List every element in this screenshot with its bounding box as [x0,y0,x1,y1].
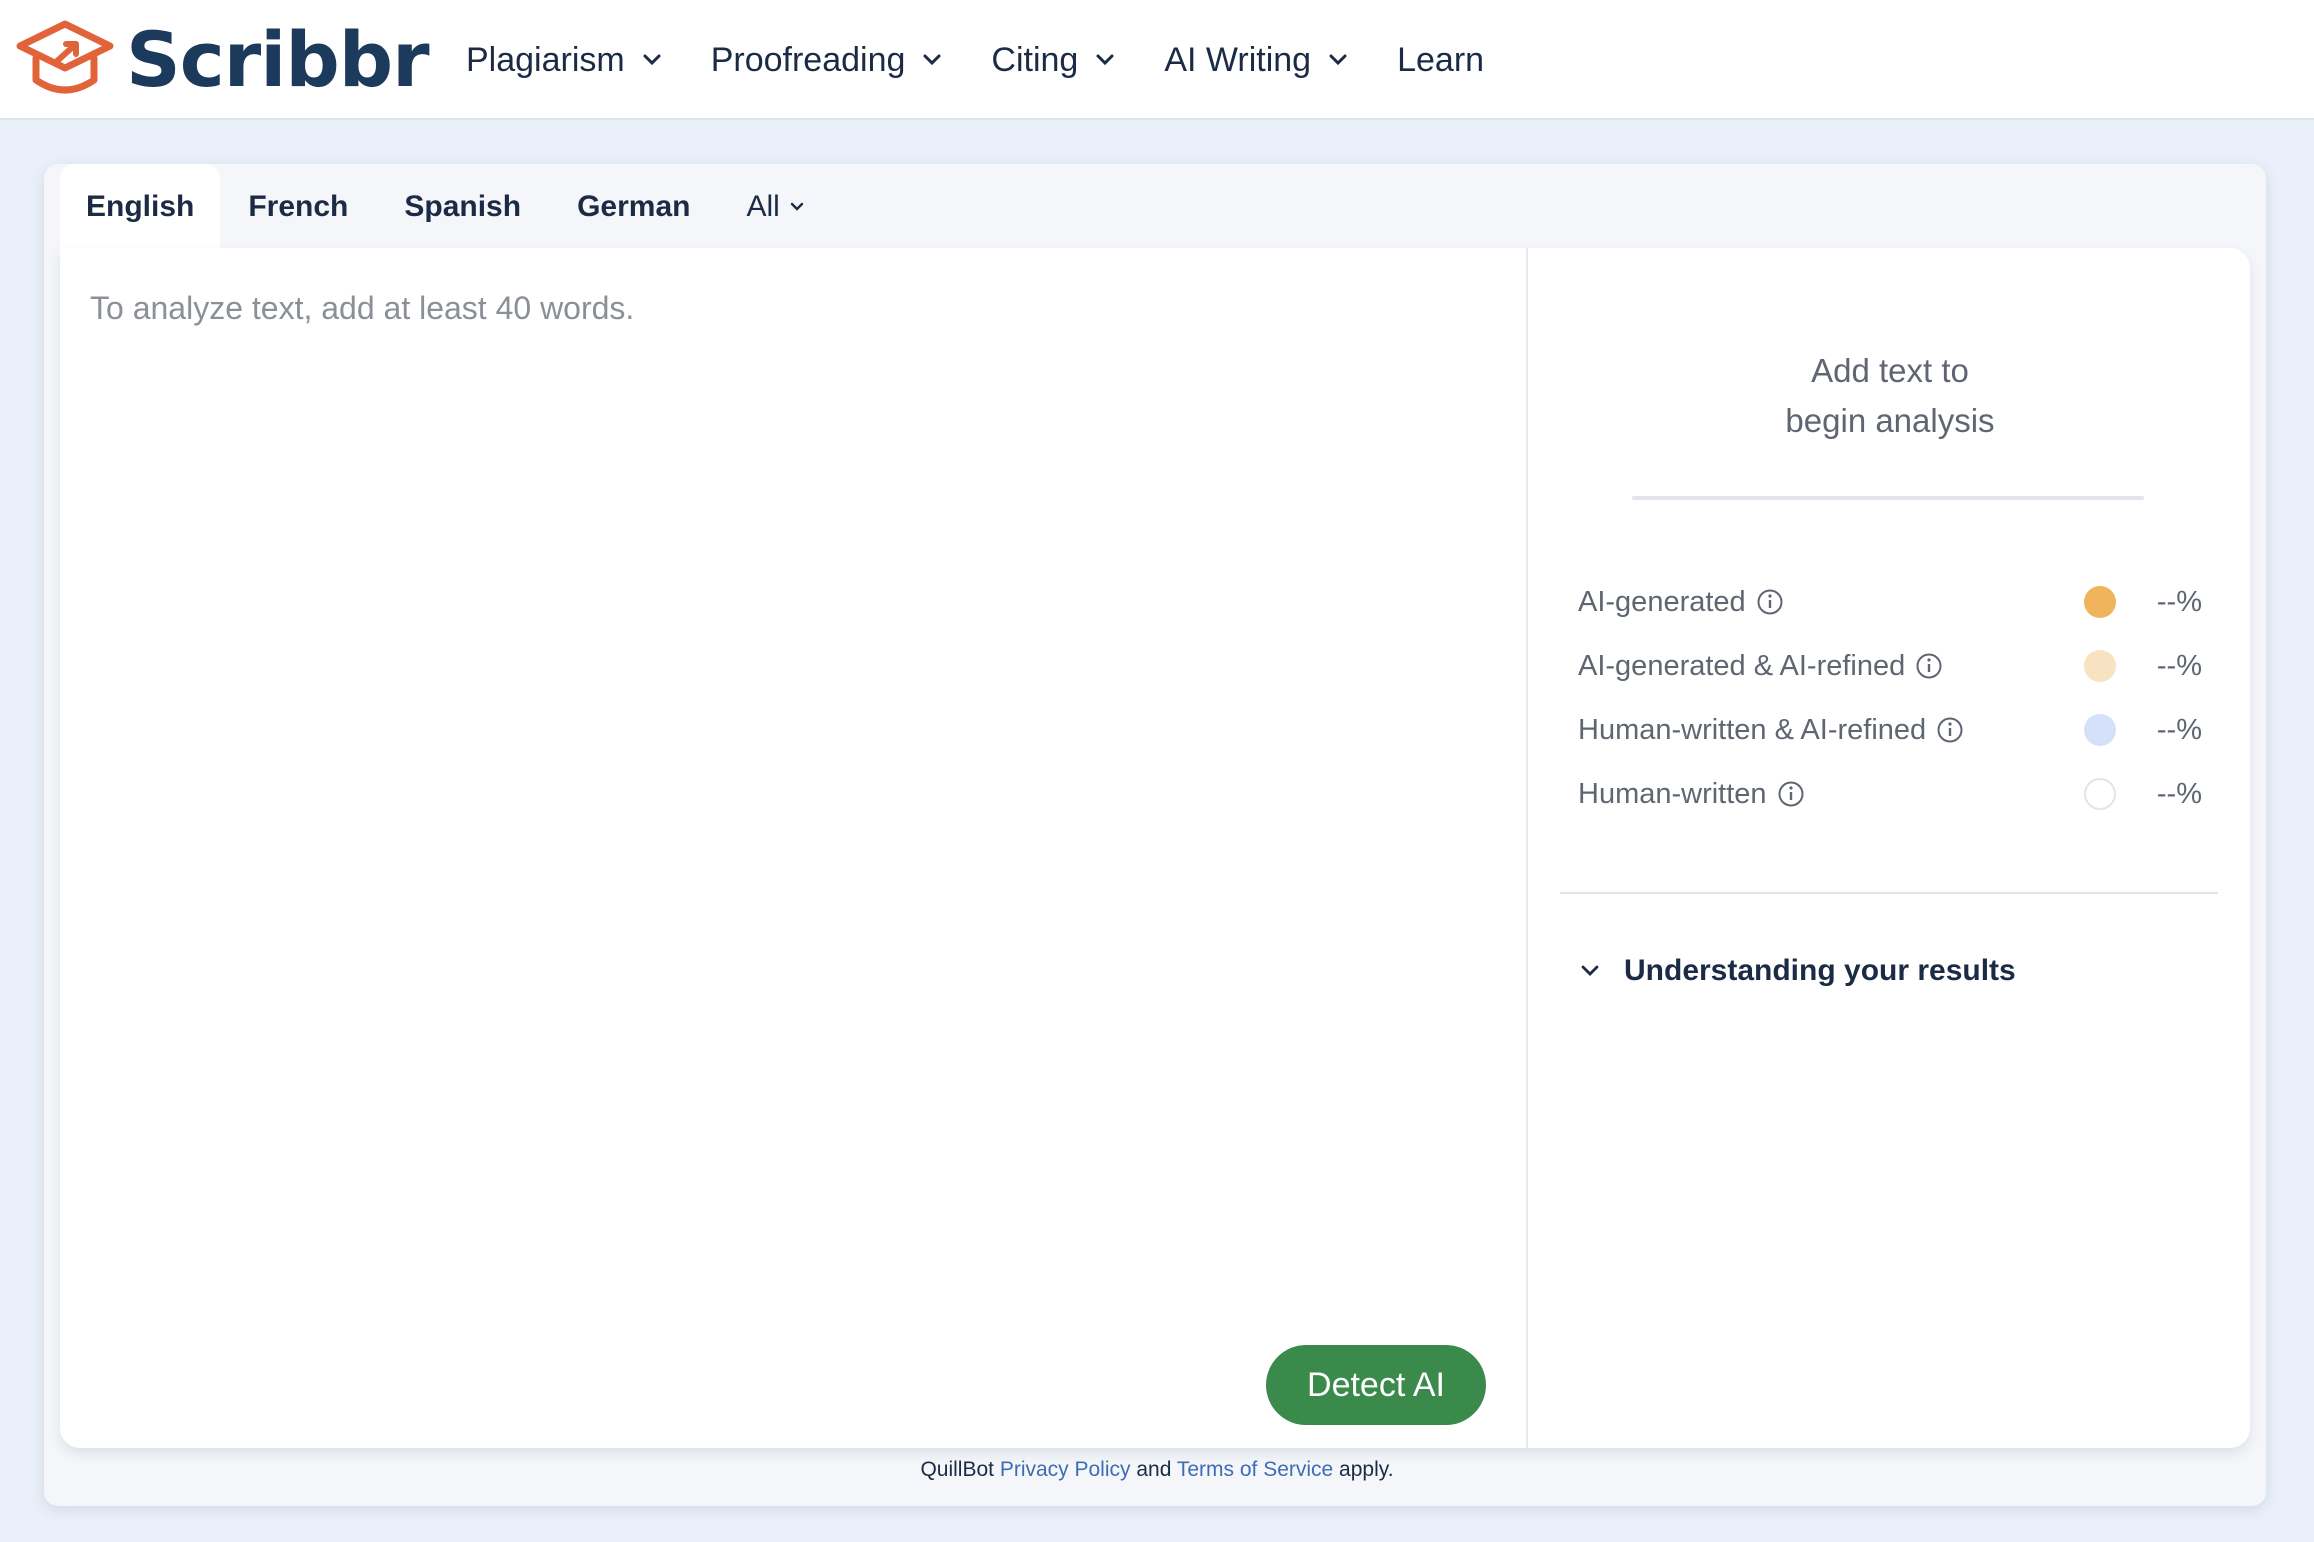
tab-french[interactable]: French [220,164,376,250]
result-color-dot [2084,778,2116,810]
result-label: AI-generated & AI-refined [1578,649,1906,682]
tab-label: All [746,190,780,223]
info-icon[interactable] [1756,588,1784,616]
chevron-down-icon [923,54,941,66]
logo-text: Scribbr [126,15,430,104]
result-label: Human-written [1578,777,1767,810]
result-color-dot [2084,650,2116,682]
scribbr-logo[interactable]: Scribbr [14,15,430,104]
tab-german[interactable]: German [549,164,718,250]
nav-item-label: Learn [1397,40,1485,79]
results-progress-bar [1632,496,2144,500]
info-icon[interactable] [1777,780,1805,808]
nav-item-proofreading[interactable]: Proofreading [711,41,942,80]
result-color-dot [2084,714,2116,746]
nav-item-label: AI Writing [1164,40,1312,79]
top-navbar: Scribbr Plagiarism Proofreading Citing A… [0,0,2314,120]
nav-item-label: Citing [991,40,1079,79]
legal-and: and [1130,1458,1177,1481]
legal-prefix: QuillBot [920,1458,1000,1481]
result-row-human-written-ai-refined: Human-written & AI-refined --% [1578,708,2202,752]
chevron-down-icon [1096,54,1114,66]
understanding-label: Understanding your results [1624,954,2016,987]
info-icon[interactable] [1936,716,1964,744]
result-row-human-written: Human-written --% [1578,772,2202,816]
nav-item-label: Plagiarism [466,40,625,79]
chevron-down-icon [1581,965,1599,976]
results-divider [1560,892,2218,894]
privacy-policy-link[interactable]: Privacy Policy [1000,1458,1131,1481]
tab-all-languages[interactable]: All [718,164,831,250]
tab-english[interactable]: English [60,164,221,250]
chevron-down-icon [643,54,661,66]
nav-item-plagiarism[interactable]: Plagiarism [466,41,661,80]
tab-label: French [248,190,349,223]
nav-item-label: Proofreading [710,40,906,79]
legal-suffix: apply. [1333,1458,1394,1481]
panel-divider [1526,248,1528,1448]
nav-item-ai-writing[interactable]: AI Writing [1164,41,1347,80]
nav-item-citing[interactable]: Citing [991,41,1114,80]
results-status: Add text to begin analysis [1590,346,2190,446]
tab-label: German [577,190,691,223]
results-status-line1: Add text to [1811,352,1969,389]
result-row-ai-generated-ai-refined: AI-generated & AI-refined --% [1578,644,2202,688]
result-percentage: --% [2156,585,2202,618]
chevron-down-icon [1329,54,1347,66]
info-icon[interactable] [1915,652,1943,680]
result-label: AI-generated [1578,585,1746,618]
result-percentage: --% [2156,649,2202,682]
terms-of-service-link[interactable]: Terms of Service [1177,1458,1333,1481]
result-percentage: --% [2156,777,2202,810]
tab-label: Spanish [404,190,522,223]
detect-ai-button[interactable]: Detect AI [1266,1345,1486,1425]
chevron-down-icon [790,202,804,211]
understanding-results-toggle[interactable]: Understanding your results [1580,954,2016,988]
text-input-area[interactable] [90,290,1490,1310]
graduation-cap-icon [16,20,114,94]
tab-label: English [86,190,195,223]
nav-item-learn[interactable]: Learn [1397,41,1484,80]
language-tabs: English French Spanish German All [60,164,832,250]
result-label: Human-written & AI-refined [1578,713,1927,746]
tab-spanish[interactable]: Spanish [376,164,549,250]
results-status-line2: begin analysis [1785,402,1995,439]
result-percentage: --% [2156,713,2202,746]
nav-menu: Plagiarism Proofreading Citing AI Writin… [466,0,1534,120]
legal-note: QuillBot Privacy Policy and Terms of Ser… [0,1458,2314,1482]
result-row-ai-generated: AI-generated --% [1578,580,2202,624]
result-color-dot [2084,586,2116,618]
